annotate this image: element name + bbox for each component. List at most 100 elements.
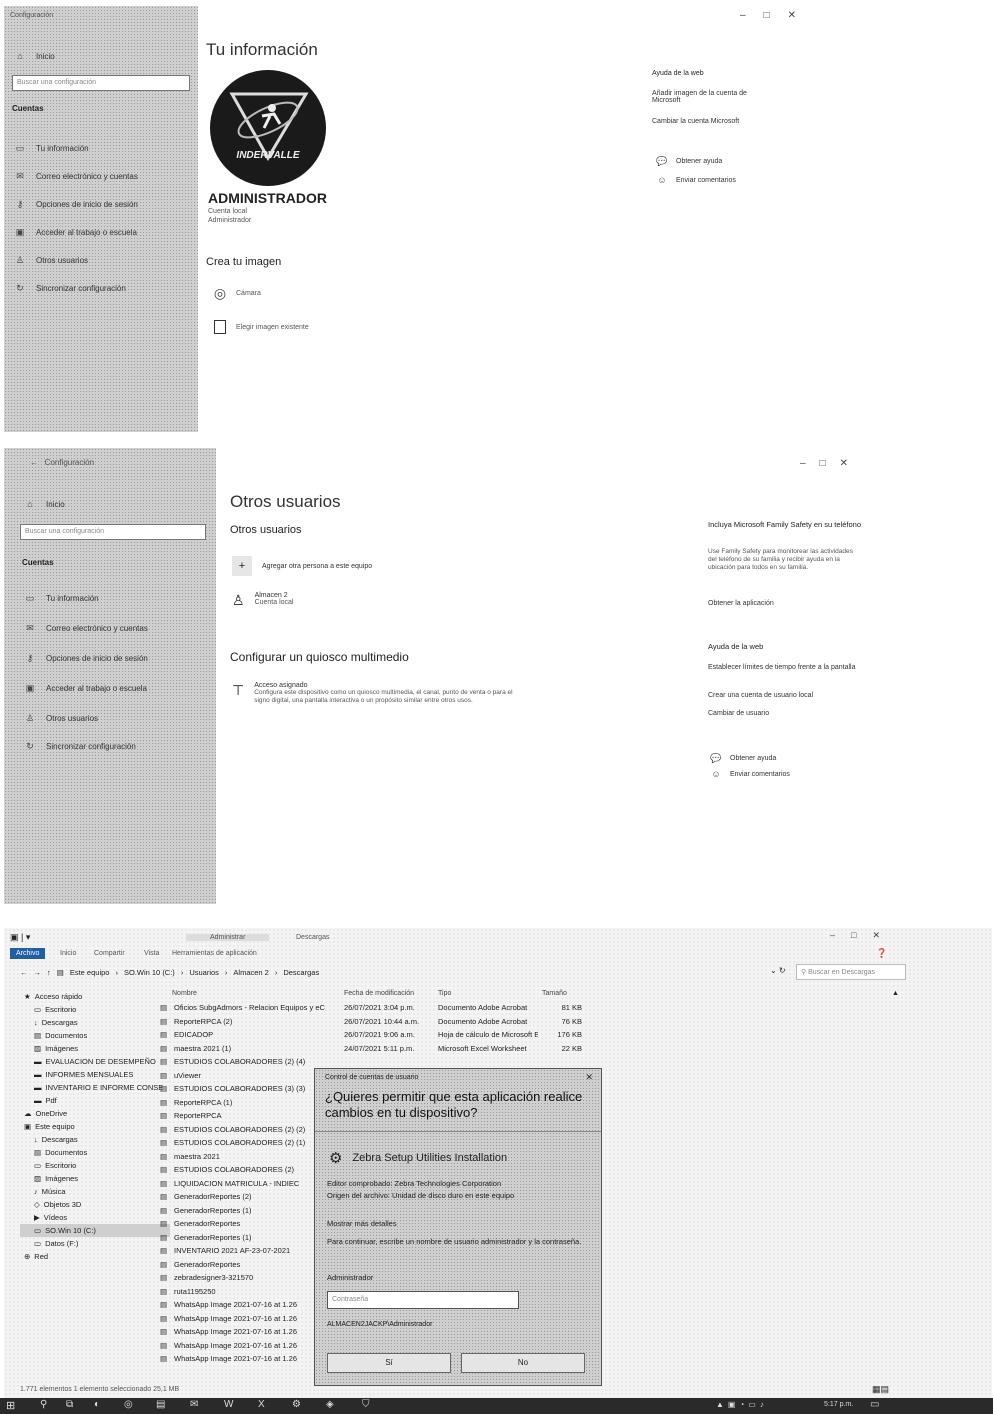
- search-input[interactable]: Buscar una configuración: [12, 75, 190, 91]
- col-header-name[interactable]: Nombre: [172, 990, 197, 997]
- sidebar-item-work[interactable]: ▣ Acceder al trabajo o escuela: [14, 222, 137, 242]
- refresh-icon[interactable]: ⌄ ↻: [770, 966, 786, 975]
- nav-pane-item[interactable]: ★ Acceso rápido: [20, 990, 170, 1003]
- user-entry[interactable]: ♙ Almacen 2 Cuenta local: [232, 592, 293, 609]
- nav-pane-item[interactable]: ▤ Documentos: [20, 1146, 170, 1159]
- get-help-link[interactable]: 💬 Obtener ayuda: [656, 155, 722, 167]
- help-icon[interactable]: ❓: [876, 948, 887, 959]
- get-help-link[interactable]: 💬 Obtener ayuda: [710, 752, 776, 764]
- window-controls[interactable]: –□✕: [800, 458, 862, 469]
- sidebar-item-your-info[interactable]: ▭ Tu información: [24, 588, 99, 608]
- nav-pane-item[interactable]: ◇ Objetos 3D: [20, 1198, 170, 1211]
- edge-icon[interactable]: ◐: [94, 1399, 100, 1410]
- uac-yes-button[interactable]: Sí: [327, 1353, 451, 1373]
- nav-pane-item[interactable]: ▨ Imágenes: [20, 1042, 170, 1055]
- file-explorer-icon[interactable]: ▤: [156, 1399, 165, 1410]
- window-controls[interactable]: –□✕: [740, 10, 814, 21]
- scrollbar[interactable]: ▲: [892, 990, 899, 1380]
- col-header-size[interactable]: Tamaño: [542, 990, 567, 997]
- mail-app-icon[interactable]: ✉: [190, 1399, 198, 1410]
- document-icon: ▤: [34, 1148, 42, 1157]
- nav-pane-item[interactable]: ▬ EVALUACION DE DESEMPEÑO: [20, 1055, 170, 1068]
- up-arrow-icon[interactable]: ↑: [47, 968, 51, 977]
- file-row[interactable]: ▤ ReporteRPCA (2) 26/07/2021 10:44 a.m. Doc…: [160, 1017, 740, 1031]
- uac-close-icon[interactable]: ✕: [585, 1072, 593, 1083]
- settings-gear-icon[interactable]: ⚙: [292, 1399, 301, 1410]
- file-row[interactable]: ▤ EDICADOP 26/07/2021 9:06 a.m. Hoja de cál…: [160, 1030, 740, 1044]
- sidebar-item-email[interactable]: ✉ Correo electrónico y cuentas: [14, 166, 138, 186]
- nav-pane-item[interactable]: ▭ Escritorio: [20, 1003, 170, 1016]
- ribbon-tab-share[interactable]: Compartir: [94, 950, 125, 957]
- nav-pane-item[interactable]: ↓ Descargas: [20, 1133, 170, 1146]
- sidebar-item-sync[interactable]: ↻ Sincronizar configuración: [14, 278, 126, 298]
- word-icon[interactable]: W: [224, 1399, 233, 1410]
- clock[interactable]: 5:17 p.m.: [824, 1401, 853, 1408]
- search-input[interactable]: Buscar una configuración: [20, 524, 206, 540]
- start-button[interactable]: ⊞: [6, 1399, 15, 1412]
- view-toggle-icon[interactable]: ▦▤: [872, 1384, 889, 1395]
- forward-arrow-icon[interactable]: →: [34, 968, 42, 977]
- sidebar-item-signin[interactable]: ⚷ Opciones de inicio de sesión: [14, 194, 138, 214]
- sidebar-home[interactable]: ⌂ Inicio: [24, 494, 64, 514]
- sidebar-item-signin[interactable]: ⚷ Opciones de inicio de sesión: [24, 648, 148, 668]
- shield-icon[interactable]: ⛉: [362, 1399, 370, 1410]
- nav-pane-item[interactable]: ▭ SO.Win 10 (C:): [20, 1224, 170, 1237]
- help-link-local-account[interactable]: Crear una cuenta de usuario local: [708, 692, 813, 699]
- nav-pane-item[interactable]: ▨ Imágenes: [20, 1172, 170, 1185]
- excel-icon[interactable]: X: [258, 1399, 265, 1410]
- help-link-switch-user[interactable]: Cambiar de usuario: [708, 710, 769, 717]
- add-user-button[interactable]: + Agregar otra persona a este equipo: [232, 556, 372, 576]
- notification-icon[interactable]: ▭: [870, 1399, 879, 1410]
- sidebar-item-your-info[interactable]: ▭ Tu información: [14, 138, 89, 158]
- sidebar-item-other-users[interactable]: ♙ Otros usuarios: [14, 250, 88, 270]
- choose-image-option[interactable]: Elegir imagen existente: [214, 320, 309, 334]
- nav-pane-item[interactable]: ↓ Descargas: [20, 1016, 170, 1029]
- feedback-link[interactable]: ☺ Enviar comentarios: [710, 768, 790, 780]
- nav-pane-item[interactable]: ▣ Este equipo: [20, 1120, 170, 1133]
- nav-pane-item[interactable]: ▤ Documentos: [20, 1029, 170, 1042]
- nav-pane-item[interactable]: ▭ Escritorio: [20, 1159, 170, 1172]
- nav-pane-item[interactable]: ♪ Música: [20, 1185, 170, 1198]
- col-header-type[interactable]: Tipo: [438, 990, 451, 997]
- nav-pane-item[interactable]: ▶ Vídeos: [20, 1211, 170, 1224]
- nav-pane-item[interactable]: ▬ INFORMES MENSUALES: [20, 1068, 170, 1081]
- nav-pane-item[interactable]: ⊕ Red: [20, 1250, 170, 1263]
- address-bar[interactable]: ← → ↑ ▤ Este equipo › SO.Win 10 (C:) › Usu…: [20, 964, 760, 980]
- sidebar-item-sync[interactable]: ↻ Sincronizar configuración: [24, 736, 136, 756]
- family-link[interactable]: Obtener la aplicación: [708, 600, 774, 607]
- ribbon-tab-app-tools[interactable]: Herramientas de aplicación: [172, 950, 257, 957]
- back-arrow-icon[interactable]: ←: [20, 968, 28, 977]
- uac-no-button[interactable]: No: [461, 1353, 585, 1373]
- ribbon-tab-home[interactable]: Inicio: [60, 950, 76, 957]
- sidebar-item-other-users[interactable]: ♙ Otros usuarios: [24, 708, 98, 728]
- sidebar-item-work[interactable]: ▣ Acceder al trabajo o escuela: [24, 678, 147, 698]
- task-view-icon[interactable]: ⧉: [66, 1399, 73, 1410]
- nav-pane-item[interactable]: ▭ Datos (F:): [20, 1237, 170, 1250]
- help-link-screen-time[interactable]: Establecer límites de tiempo frente a la…: [708, 664, 868, 671]
- taskbar-search-icon[interactable]: ⚲: [40, 1399, 47, 1410]
- file-row[interactable]: ▤ maestra 2021 (1) 24/07/2021 5:11 p.m. Mic…: [160, 1044, 740, 1058]
- sidebar-home[interactable]: ⌂ Inicio: [14, 46, 54, 66]
- explorer-search-input[interactable]: ⚲ Buscar en Descargas: [796, 964, 906, 980]
- nav-pane-item[interactable]: ▬ Pdf: [20, 1094, 170, 1107]
- uac-more-details[interactable]: Mostrar más detalles: [327, 1219, 397, 1228]
- ribbon-tab-file[interactable]: Archivo: [10, 948, 46, 959]
- sidebar-item-email[interactable]: ✉ Correo electrónico y cuentas: [24, 618, 148, 638]
- file-row[interactable]: ▤ Oficios SubgAdmors - Relacion Equipos y…: [160, 1003, 740, 1017]
- assigned-access-item[interactable]: ⊤ Acceso asignado Configura este disposi…: [232, 682, 514, 705]
- chrome-icon[interactable]: ◎: [124, 1399, 133, 1410]
- back-arrow-icon[interactable]: ←: [30, 458, 38, 467]
- help-link-add-image[interactable]: Añadir imagen de la cuenta de Microsoft: [652, 90, 762, 104]
- quick-access-toolbar[interactable]: ▣ | ▾: [10, 932, 30, 943]
- window-controls[interactable]: –□✕: [830, 930, 896, 941]
- nav-pane-item[interactable]: ☁ OneDrive: [20, 1107, 170, 1120]
- app-icon[interactable]: ◈: [326, 1399, 334, 1410]
- feedback-link[interactable]: ☺ Enviar comentarios: [656, 174, 736, 186]
- camera-option[interactable]: ◎ Cámara: [214, 285, 261, 301]
- nav-pane-item[interactable]: ▬ INVENTARIO E INFORME CONSE: [20, 1081, 170, 1094]
- uac-password-input[interactable]: Contraseña: [327, 1291, 519, 1309]
- col-header-date[interactable]: Fecha de modificación: [344, 990, 414, 997]
- ribbon-tab-view[interactable]: Vista: [144, 950, 159, 957]
- system-tray-icons[interactable]: ▲▣◔▭♪: [716, 1400, 768, 1409]
- help-link-change-account[interactable]: Cambiar la cuenta Microsoft: [652, 118, 739, 125]
